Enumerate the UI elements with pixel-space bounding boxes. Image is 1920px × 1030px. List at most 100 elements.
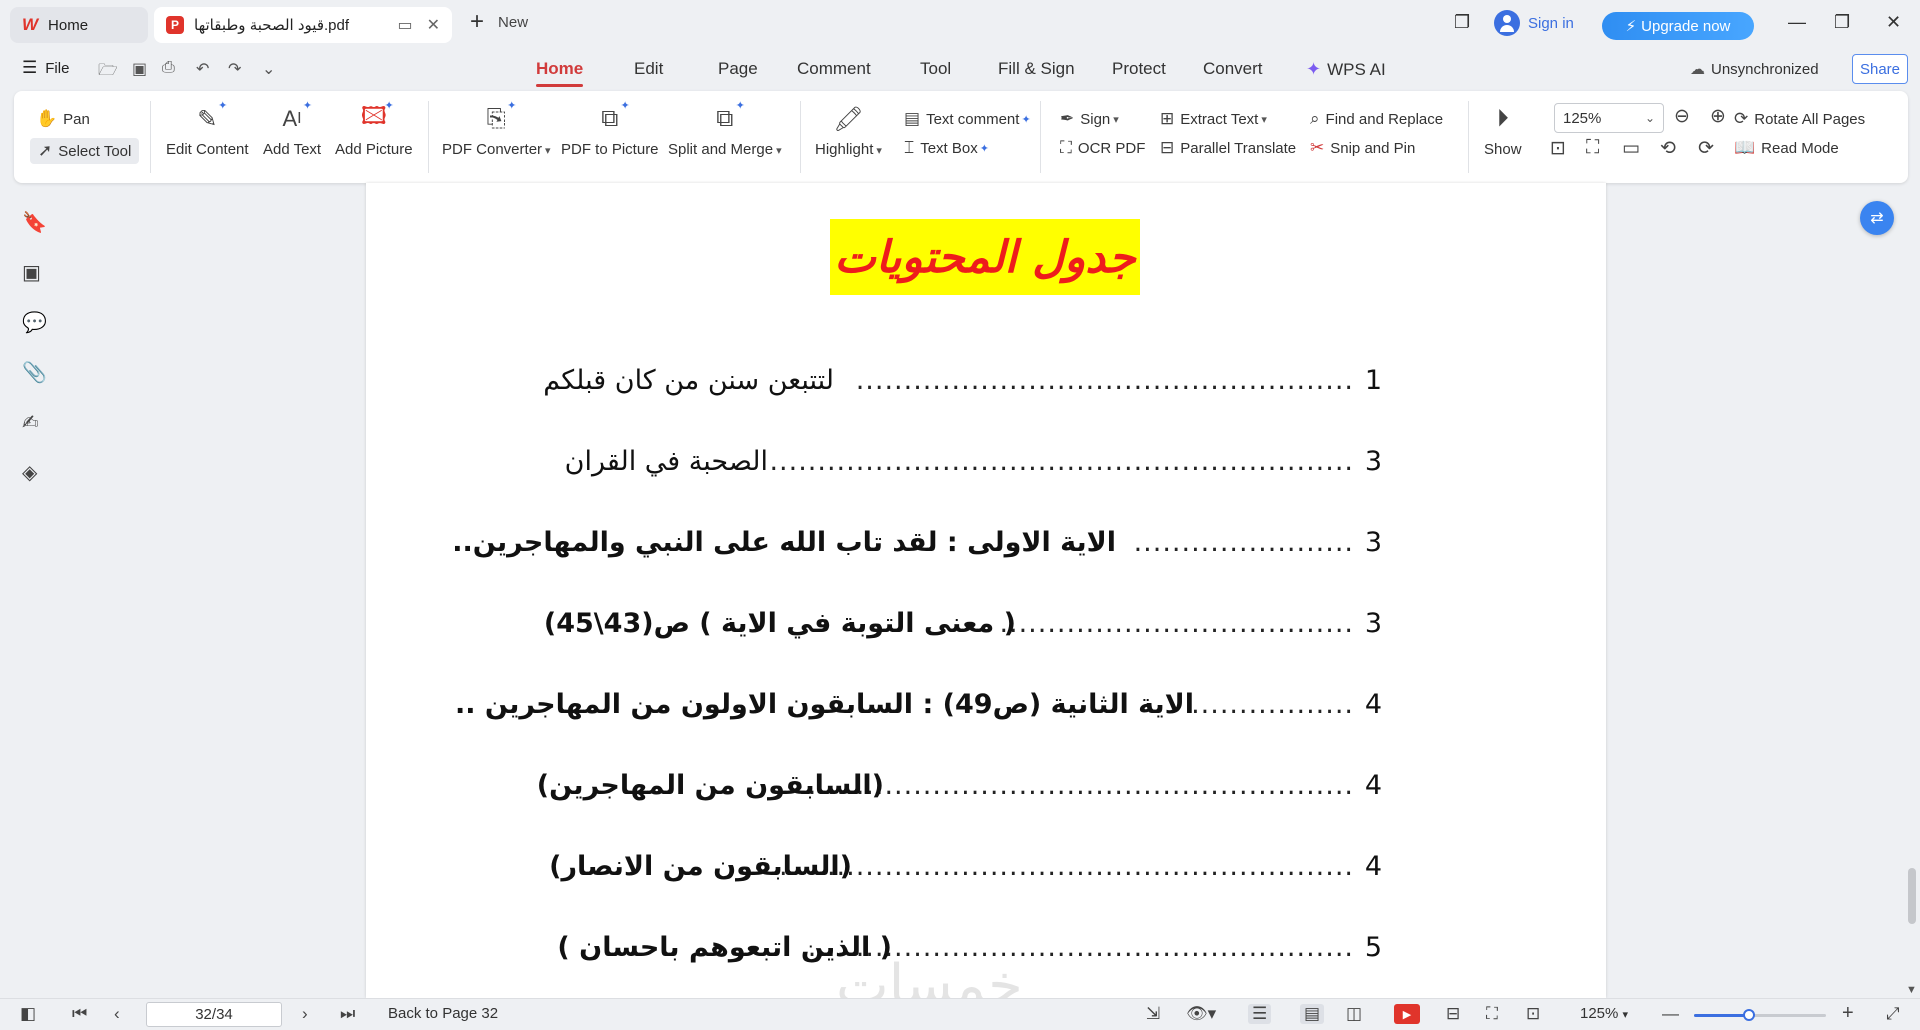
comment-icon[interactable]: 💬 — [22, 310, 47, 335]
next-page-icon[interactable]: › — [302, 1004, 308, 1024]
tab-edit[interactable]: Edit — [634, 59, 663, 79]
split-merge-icon: ⧉ ✦ — [716, 100, 745, 132]
fit-width-icon[interactable]: ▭ — [1622, 137, 1640, 160]
slideshow-play-icon[interactable]: ▶ — [1394, 1004, 1420, 1024]
screen-view-icon[interactable]: ⊟ — [1446, 1004, 1460, 1024]
toc-entry[interactable]: 3 ......................................… — [552, 442, 1412, 482]
upgrade-label: Upgrade now — [1641, 17, 1731, 35]
save-icon[interactable]: ▣ — [132, 59, 147, 79]
snip-pin-button[interactable]: ✂ Snip and Pin — [1310, 138, 1415, 158]
split-merge-button[interactable]: ⧉ ✦ Split and Merge ▾ — [668, 100, 782, 158]
toc-entry[interactable]: 3 ..................................... … — [544, 604, 1412, 644]
continuous-view-icon[interactable]: ▤ — [1300, 1004, 1325, 1024]
toc-entry[interactable]: 4 ......................................… — [537, 766, 1412, 806]
pdf-converter-button[interactable]: ⎘ ✦ PDF Converter ▾ — [442, 100, 551, 158]
select-tool-label: Select Tool — [58, 142, 132, 160]
single-page-view-icon[interactable]: ☰ — [1248, 1004, 1272, 1024]
text-comment-button[interactable]: ▤ Text comment ✦ — [904, 109, 1031, 129]
pdf-to-picture-icon: ⧉ ✦ — [601, 100, 630, 132]
tab-protect[interactable]: Protect — [1112, 59, 1166, 79]
rotate-all-pages-button[interactable]: ⟳ Rotate All Pages — [1734, 109, 1865, 129]
last-page-icon[interactable]: ⏭ — [340, 1004, 355, 1024]
actual-size-icon[interactable]: ⊡ — [1550, 137, 1566, 160]
tab-home[interactable]: W Home — [10, 7, 148, 43]
close-window-icon[interactable]: ✕ — [1886, 12, 1901, 33]
pan-button[interactable]: ✋ Pan — [36, 109, 90, 129]
read-mode-button[interactable]: 📖 Read Mode — [1734, 138, 1839, 158]
file-menu[interactable]: ☰ File — [22, 58, 69, 78]
find-replace-button[interactable]: ⌕ Find and Replace — [1310, 109, 1443, 129]
tab-document[interactable]: P قيود الصحبة وطبقاتها.pdf ▭ ✕ — [154, 7, 452, 43]
sign-button[interactable]: ✒ Sign ▾ — [1060, 109, 1119, 129]
attachment-icon[interactable]: 📎 — [22, 360, 47, 385]
vertical-scrollbar[interactable] — [1908, 868, 1916, 924]
previous-page-icon[interactable]: ‹ — [114, 1004, 120, 1024]
tab-fill-sign[interactable]: Fill & Sign — [998, 59, 1075, 79]
rotate-left-icon[interactable]: ⟲ — [1660, 137, 1676, 160]
fullscreen-icon[interactable]: ⤢ — [1886, 1004, 1900, 1024]
zoom-out-minus-icon[interactable]: — — [1662, 1004, 1679, 1024]
zoom-in-plus-icon[interactable]: + — [1842, 1002, 1854, 1025]
rotate-right-icon[interactable]: ⟳ — [1698, 137, 1714, 160]
toc-entry[interactable]: 4 ................. الاية الثانية (ص49) … — [455, 685, 1412, 725]
back-to-page-link[interactable]: Back to Page 32 — [388, 1005, 498, 1022]
layers-icon[interactable]: ◈ — [22, 460, 37, 485]
toc-entry[interactable]: 1 ......................................… — [543, 361, 1412, 401]
extract-text-button[interactable]: ⊞ Extract Text ▾ — [1160, 109, 1267, 129]
toc-entry[interactable]: 4 ......................................… — [549, 847, 1412, 887]
open-folder-icon[interactable]: 🗁 — [98, 59, 118, 86]
text-box-button[interactable]: ⌶ Text Box ✦ — [904, 138, 989, 158]
share-button[interactable]: Share — [1852, 54, 1908, 84]
translate-float-icon[interactable]: ⇄ — [1860, 201, 1894, 235]
show-button[interactable]: ⏵ Show — [1484, 103, 1522, 158]
signature-icon[interactable]: ✍ — [22, 410, 39, 435]
sign-in-button[interactable]: Sign in — [1494, 10, 1574, 36]
print-icon[interactable]: ⎙ — [162, 59, 175, 77]
ocr-pdf-button[interactable]: ⛶ OCR PDF — [1060, 138, 1145, 158]
parallel-translate-button[interactable]: ⊟ Parallel Translate — [1160, 138, 1296, 158]
zoom-in-icon[interactable]: ⊕ — [1710, 105, 1726, 128]
fit-screen-icon[interactable]: ⛶ — [1486, 1004, 1498, 1024]
pdf-to-picture-button[interactable]: ⧉ ✦ PDF to Picture — [561, 100, 659, 158]
tab-wps-ai[interactable]: ✦ WPS AI — [1306, 59, 1386, 80]
bookmark-icon[interactable]: 🔖 — [22, 210, 47, 235]
zoom-out-icon[interactable]: ⊖ — [1674, 105, 1690, 128]
two-page-view-icon[interactable]: ◫ — [1346, 1004, 1362, 1024]
new-tab-button[interactable]: + New — [470, 10, 528, 34]
more-dropdown-icon[interactable]: ⌄ — [262, 59, 275, 79]
tab-tool[interactable]: Tool — [920, 59, 951, 79]
tab-page[interactable]: Page — [718, 59, 758, 79]
select-tool-button[interactable]: ➚ Select Tool — [30, 138, 140, 164]
toc-entry[interactable]: 3 ....................... الاية الاولى :… — [452, 523, 1412, 563]
chevron-down-icon: ▾ — [545, 145, 551, 157]
fit-page-icon[interactable]: ⛶ — [1586, 137, 1599, 159]
highlight-button[interactable]: 🖍 Highlight ▾ — [815, 103, 882, 159]
sidebar-toggle-icon[interactable]: ◧ — [20, 1004, 36, 1024]
zoom-select[interactable]: 125% ⌄ — [1554, 103, 1664, 133]
scroll-down-arrow-icon[interactable]: ▼ — [1906, 984, 1917, 996]
edit-content-button[interactable]: ✎ ✦ Edit Content — [166, 100, 249, 158]
zoom-slider-knob[interactable] — [1743, 1009, 1756, 1021]
add-text-button[interactable]: A I ✦ Add Text — [263, 100, 321, 158]
sync-status[interactable]: ☁ Unsynchronized — [1690, 60, 1819, 79]
export-icon[interactable]: ⇲ — [1146, 1004, 1160, 1024]
zoom-slider[interactable] — [1694, 1009, 1826, 1021]
minimize-icon[interactable]: — — [1788, 12, 1806, 33]
crop-icon[interactable]: ⊡ — [1526, 1004, 1540, 1024]
undo-icon[interactable]: ↶ — [196, 59, 209, 79]
add-picture-button[interactable]: 🖾 ✦ Add Picture — [335, 100, 413, 158]
first-page-icon[interactable]: ⏮ — [72, 1004, 87, 1024]
eye-icon[interactable]: 👁▾ — [1186, 1004, 1216, 1024]
monitor-icon[interactable]: ▭ — [397, 15, 412, 35]
zoom-level-dropdown[interactable]: 125% ▾ — [1580, 1005, 1628, 1022]
thumbnails-icon[interactable]: ▣ — [22, 260, 41, 285]
redo-icon[interactable]: ↷ — [228, 59, 241, 79]
upgrade-button[interactable]: ⚡ Upgrade now — [1602, 12, 1754, 40]
tab-comment[interactable]: Comment — [797, 59, 871, 79]
close-tab-icon[interactable]: ✕ — [427, 15, 440, 35]
restore-icon[interactable]: ❐ — [1834, 12, 1850, 33]
tab-home-menu[interactable]: Home — [536, 59, 584, 87]
tab-convert[interactable]: Convert — [1203, 59, 1263, 79]
page-number-input[interactable]: 32/34 — [146, 1002, 282, 1027]
window-mode-icon[interactable]: ❐ — [1454, 12, 1470, 33]
